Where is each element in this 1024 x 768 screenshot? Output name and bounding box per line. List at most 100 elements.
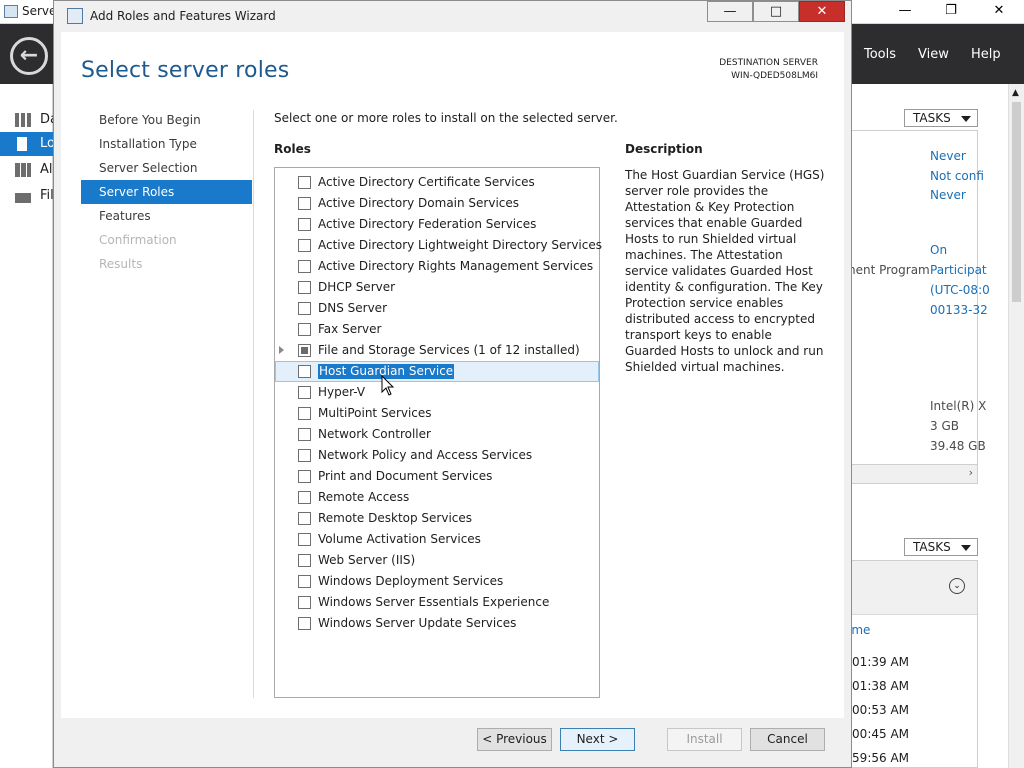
wizard-steps: Before You Begin Installation Type Serve… — [81, 108, 252, 276]
role-checkbox[interactable] — [298, 533, 311, 546]
role-checkbox[interactable] — [298, 344, 311, 357]
role-checkbox[interactable] — [298, 386, 311, 399]
role-row[interactable]: Windows Deployment Services — [275, 571, 599, 592]
step-before-you-begin[interactable]: Before You Begin — [81, 108, 252, 132]
role-checkbox[interactable] — [298, 575, 311, 588]
close-button[interactable]: ✕ — [976, 0, 1022, 24]
roles-list[interactable]: Active Directory Certificate Services Act… — [274, 167, 602, 698]
vertical-scrollbar[interactable]: ▲ — [1008, 84, 1024, 768]
back-arrow-icon[interactable]: ← — [10, 37, 48, 75]
role-row[interactable]: Web Server (IIS) — [275, 550, 599, 571]
step-features[interactable]: Features — [81, 204, 252, 228]
wizard-minimize-button[interactable]: — — [707, 1, 753, 22]
step-server-roles[interactable]: Server Roles — [81, 180, 252, 204]
role-checkbox[interactable] — [298, 176, 311, 189]
minimize-button[interactable]: — — [882, 0, 928, 24]
role-checkbox[interactable] — [298, 323, 311, 336]
dropdown-arrow-icon — [961, 545, 971, 551]
role-checkbox[interactable] — [298, 428, 311, 441]
role-row[interactable]: Active Directory Lightweight Directory S… — [275, 235, 602, 256]
role-checkbox[interactable] — [298, 365, 311, 378]
role-row[interactable]: Active Directory Rights Management Servi… — [275, 256, 599, 277]
all-servers-icon — [15, 163, 31, 177]
tasks-button[interactable]: TASKS — [904, 109, 978, 127]
role-row[interactable]: DNS Server — [275, 298, 599, 319]
property-label: nent Program — [848, 263, 930, 277]
role-checkbox[interactable] — [298, 197, 311, 210]
sidebar-item-file-storage[interactable]: Fil — [0, 184, 54, 208]
role-checkbox[interactable] — [298, 512, 311, 525]
next-button[interactable]: Next > — [560, 728, 635, 751]
role-row[interactable]: DHCP Server — [275, 277, 599, 298]
role-row[interactable]: Host Guardian Service — [275, 361, 599, 382]
role-checkbox[interactable] — [298, 281, 311, 294]
tasks-button-events[interactable]: TASKS — [904, 538, 978, 556]
role-row[interactable]: Remote Access — [275, 487, 599, 508]
scroll-thumb[interactable] — [1012, 102, 1021, 302]
role-label: MultiPoint Services — [318, 406, 432, 420]
wizard-content: Select server roles DESTINATION SERVER W… — [61, 32, 844, 718]
previous-button[interactable]: < Previous — [477, 728, 552, 751]
property-value[interactable]: Not confi — [930, 169, 984, 183]
scroll-up-icon[interactable]: ▲ — [1012, 88, 1019, 98]
role-checkbox[interactable] — [298, 218, 311, 231]
role-row[interactable]: Volume Activation Services — [275, 529, 599, 550]
event-time: :01:38 AM — [848, 679, 910, 693]
cancel-button[interactable]: Cancel — [750, 728, 825, 751]
scroll-right-icon[interactable]: › — [969, 466, 973, 479]
property-value[interactable]: Never — [930, 149, 966, 163]
role-row[interactable]: Active Directory Domain Services — [275, 193, 599, 214]
role-checkbox[interactable] — [298, 407, 311, 420]
wizard-app-icon — [67, 8, 83, 24]
menu-tools[interactable]: Tools — [864, 47, 896, 62]
sidebar-item-label: Fil — [40, 188, 54, 203]
role-row[interactable]: Fax Server — [275, 319, 599, 340]
property-value[interactable]: Never — [930, 188, 966, 202]
role-row[interactable]: Print and Document Services — [275, 466, 599, 487]
sidebar-item-local-server[interactable]: Lo — [0, 132, 55, 156]
role-row[interactable]: Network Policy and Access Services — [275, 445, 599, 466]
horizontal-scrollbar[interactable]: › — [852, 464, 978, 484]
property-value[interactable]: Participat — [930, 263, 987, 277]
event-time: :00:53 AM — [848, 703, 910, 717]
role-row[interactable]: Windows Server Essentials Experience — [275, 592, 599, 613]
role-checkbox[interactable] — [298, 239, 311, 252]
role-checkbox[interactable] — [298, 449, 311, 462]
wizard-close-button[interactable]: ✕ — [799, 1, 845, 22]
role-checkbox[interactable] — [298, 260, 311, 273]
role-checkbox[interactable] — [298, 554, 311, 567]
step-installation-type[interactable]: Installation Type — [81, 132, 252, 156]
file-storage-icon — [15, 189, 31, 203]
role-checkbox[interactable] — [298, 470, 311, 483]
role-row[interactable]: Hyper-V — [275, 382, 599, 403]
wizard-maximize-button[interactable]: □ — [753, 1, 799, 22]
role-checkbox[interactable] — [298, 491, 311, 504]
menu-view[interactable]: View — [918, 47, 949, 62]
role-row[interactable]: File and Storage Services (1 of 12 insta… — [275, 340, 599, 361]
server-manager-app-icon — [4, 5, 18, 18]
role-checkbox[interactable] — [298, 302, 311, 315]
expand-arrow-icon[interactable] — [279, 346, 284, 354]
role-row[interactable]: Windows Server Update Services — [275, 613, 599, 634]
role-label: Remote Access — [318, 490, 410, 504]
role-row[interactable]: Remote Desktop Services — [275, 508, 599, 529]
expand-icon[interactable]: ⌄ — [949, 578, 965, 594]
role-row[interactable]: MultiPoint Services — [275, 403, 599, 424]
role-row[interactable]: Network Controller — [275, 424, 599, 445]
menu-help[interactable]: Help — [971, 47, 1001, 62]
sidebar-item-all-servers[interactable]: Al — [0, 158, 53, 182]
steps-divider — [253, 110, 254, 698]
role-label: Active Directory Federation Services — [318, 217, 537, 231]
role-checkbox[interactable] — [298, 617, 311, 630]
property-value[interactable]: 00133-32 — [930, 303, 988, 317]
wizard-titlebar: Add Roles and Features Wizard — □ ✕ — [54, 1, 851, 31]
role-checkbox[interactable] — [298, 596, 311, 609]
step-server-selection[interactable]: Server Selection — [81, 156, 252, 180]
role-row[interactable]: Active Directory Certificate Services — [275, 172, 599, 193]
restore-button[interactable]: ❐ — [928, 0, 974, 24]
property-value[interactable]: (UTC-08:0 — [930, 283, 990, 297]
property-value[interactable]: On — [930, 243, 947, 257]
sidebar-item-dashboard[interactable]: Da — [0, 108, 58, 132]
role-row[interactable]: Active Directory Federation Services — [275, 214, 599, 235]
dashboard-icon — [15, 113, 31, 127]
